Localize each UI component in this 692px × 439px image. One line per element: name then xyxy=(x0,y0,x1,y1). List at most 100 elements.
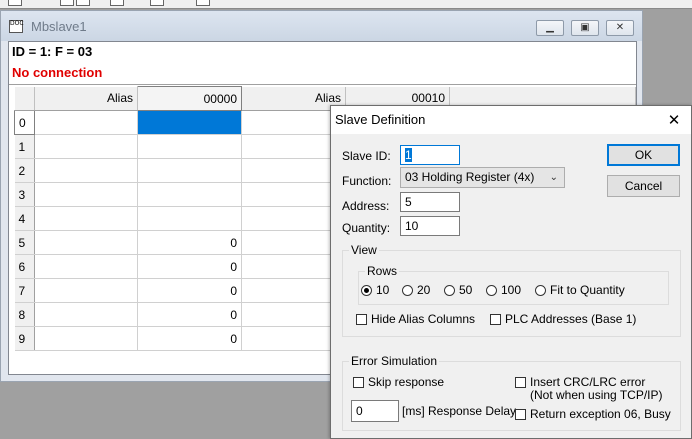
response-delay-input[interactable]: 0 xyxy=(351,400,399,422)
value-cell[interactable] xyxy=(137,158,242,183)
cancel-button[interactable]: Cancel xyxy=(607,175,680,197)
value-cell[interactable]: 0 xyxy=(137,254,242,279)
rows-radio-fit-to-quantity[interactable]: Fit to Quantity xyxy=(535,283,625,297)
slave-id-value: 1 xyxy=(405,148,412,162)
checkbox-icon xyxy=(515,377,526,388)
view-group: View Rows 10 20 50 100 Fit to Quantity H… xyxy=(342,243,681,337)
alias-cell[interactable] xyxy=(34,134,138,159)
slave-info-line: ID = 1: F = 03 xyxy=(12,44,93,59)
child-window-title: Mbslave1 xyxy=(31,19,87,34)
slave-id-label: Slave ID: xyxy=(342,149,391,163)
rows-radio-100[interactable]: 100 xyxy=(486,283,521,297)
error-simulation-group: Error Simulation Skip response Insert CR… xyxy=(342,354,681,431)
row-header[interactable]: 6 xyxy=(14,254,35,279)
minimize-icon: ▁ xyxy=(546,22,554,33)
rows-radio-20[interactable]: 20 xyxy=(402,283,430,297)
radio-icon xyxy=(444,284,455,296)
alias-cell[interactable] xyxy=(34,182,138,207)
row-header[interactable]: 0 xyxy=(14,110,35,135)
skip-response-checkbox[interactable]: Skip response xyxy=(353,376,444,389)
value-cell[interactable]: 0 xyxy=(137,302,242,327)
address-label: Address: xyxy=(342,199,390,213)
value-cell[interactable]: 0 xyxy=(137,326,242,351)
alias-cell[interactable] xyxy=(34,230,138,255)
radio-label: 100 xyxy=(501,283,522,297)
function-selected-value: 03 Holding Register (4x) xyxy=(405,170,535,184)
toolbar-button[interactable] xyxy=(60,0,74,6)
checkbox-icon xyxy=(515,409,526,420)
child-title-bar[interactable]: DOC Mbslave1 ▁ ▣ ✕ xyxy=(1,11,642,41)
value-cell[interactable] xyxy=(137,206,242,231)
checkbox-icon xyxy=(490,314,501,325)
checkbox-icon xyxy=(353,377,364,388)
alias-cell[interactable] xyxy=(34,278,138,303)
row-header[interactable]: 8 xyxy=(14,302,35,327)
alias-cell[interactable] xyxy=(34,206,138,231)
column-header-alias[interactable]: Alias xyxy=(34,86,138,111)
checkbox-label: Hide Alias Columns xyxy=(371,312,476,326)
ok-button[interactable]: OK xyxy=(607,144,680,166)
toolbar-button[interactable] xyxy=(150,0,164,6)
quantity-label: Quantity: xyxy=(342,221,391,235)
dialog-title: Slave Definition xyxy=(335,112,426,127)
alias-cell[interactable] xyxy=(34,158,138,183)
radio-icon xyxy=(402,284,413,296)
rows-group: Rows 10 20 50 100 Fit to Quantity xyxy=(358,264,669,305)
checkbox-label: PLC Addresses (Base 1) xyxy=(505,312,637,326)
row-header[interactable]: 5 xyxy=(14,230,35,255)
slave-id-input[interactable]: 1 xyxy=(400,145,460,165)
response-delay-label: [ms] Response Delay xyxy=(402,404,517,418)
radio-label: Fit to Quantity xyxy=(550,283,625,297)
checkbox-label: Insert CRC/LRC error xyxy=(530,375,646,389)
address-input[interactable]: 5 xyxy=(400,192,460,212)
row-header[interactable]: 7 xyxy=(14,278,35,303)
toolbar-button[interactable] xyxy=(110,0,124,6)
value-cell[interactable] xyxy=(137,134,242,159)
minimize-button[interactable]: ▁ xyxy=(536,20,564,36)
toolbar-button[interactable] xyxy=(196,0,210,6)
value-cell[interactable]: 0 xyxy=(137,230,242,255)
radio-label: 10 xyxy=(376,283,390,297)
dialog-title-bar[interactable]: Slave Definition ✕ xyxy=(331,106,691,134)
rows-radio-10[interactable]: 10 xyxy=(361,283,389,297)
alias-cell[interactable] xyxy=(34,302,138,327)
quantity-input[interactable]: 10 xyxy=(400,216,460,236)
hide-alias-checkbox[interactable]: Hide Alias Columns xyxy=(356,313,475,326)
row-header[interactable]: 2 xyxy=(14,158,35,183)
value-cell[interactable] xyxy=(137,110,242,135)
close-button[interactable]: ✕ xyxy=(606,20,634,36)
radio-label: 20 xyxy=(417,283,431,297)
close-icon: ✕ xyxy=(615,22,625,33)
return-exception-checkbox[interactable]: Return exception 06, Busy xyxy=(515,408,671,421)
alias-cell[interactable] xyxy=(34,254,138,279)
restore-icon: ▣ xyxy=(580,22,590,33)
checkbox-label: Skip response xyxy=(368,375,445,389)
row-header[interactable]: 9 xyxy=(14,326,35,351)
row-header[interactable]: 4 xyxy=(14,206,35,231)
value-cell[interactable]: 0 xyxy=(137,278,242,303)
rows-group-label: Rows xyxy=(365,264,400,278)
connection-status: No connection xyxy=(12,65,103,80)
rows-radio-50[interactable]: 50 xyxy=(444,283,472,297)
restore-button[interactable]: ▣ xyxy=(571,20,599,36)
alias-cell[interactable] xyxy=(34,326,138,351)
error-simulation-label: Error Simulation xyxy=(349,354,440,368)
checkbox-icon xyxy=(356,314,367,325)
toolbar-button[interactable] xyxy=(76,0,90,6)
view-group-label: View xyxy=(349,243,379,257)
checkbox-label: Return exception 06, Busy xyxy=(530,407,671,421)
plc-addresses-checkbox[interactable]: PLC Addresses (Base 1) xyxy=(490,313,636,326)
function-select[interactable]: 03 Holding Register (4x) ⌄ xyxy=(400,167,565,188)
close-icon[interactable]: ✕ xyxy=(663,109,685,131)
column-header-address[interactable]: 00000 xyxy=(137,86,242,111)
document-icon: DOC xyxy=(9,20,24,33)
toolbar-button[interactable] xyxy=(8,0,22,6)
row-header[interactable]: 3 xyxy=(14,182,35,207)
alias-cell[interactable] xyxy=(34,110,138,135)
row-header[interactable]: 1 xyxy=(14,134,35,159)
function-label: Function: xyxy=(342,174,392,188)
insert-crc-checkbox[interactable]: Insert CRC/LRC error (Not when using TCP/… xyxy=(515,376,663,402)
chevron-down-icon: ⌄ xyxy=(549,172,558,183)
checkbox-note: (Not when using TCP/IP) xyxy=(530,388,663,402)
value-cell[interactable] xyxy=(137,182,242,207)
